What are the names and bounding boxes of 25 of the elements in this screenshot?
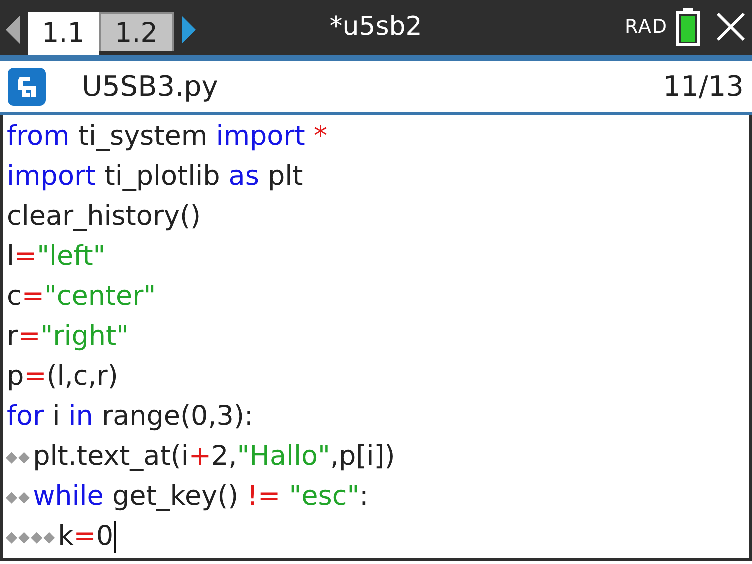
tab[interactable]: 1.2: [98, 12, 174, 51]
code-line: import ti_plotlib as plt: [6, 160, 304, 194]
right-arrow-icon[interactable]: [182, 16, 196, 44]
indent-marker: ◆◆: [5, 446, 32, 468]
code-line: from ti_system import *: [6, 120, 328, 154]
code-line: plt.text_at(i+2,"Hallo",p[i]): [32, 440, 396, 474]
angle-mode: RAD: [624, 14, 668, 40]
code-line: p=(l,c,r): [6, 360, 118, 394]
code-line: for i in range(0,3):: [6, 400, 254, 434]
indent-marker: ◆◆: [5, 486, 32, 508]
code-line: r="right": [6, 320, 130, 354]
document-title: *u5sb2: [330, 12, 422, 42]
code-line: while get_key() != "esc":: [32, 480, 369, 514]
indent-marker: ◆◆◆◆: [5, 526, 56, 548]
code-line: c="center": [6, 280, 156, 314]
code-line: clear_history(): [6, 200, 202, 234]
tab[interactable]: 1.1: [28, 12, 99, 55]
battery-icon: [676, 8, 700, 46]
left-arrow-icon[interactable]: [6, 16, 20, 44]
code-line: l="left": [6, 240, 106, 274]
line-position: 11/13: [663, 68, 744, 104]
code-editor[interactable]: from ti_system import * import ti_plotlib as plt clear_history() l="left" c="center" r="right" p=(l,c,r) for i in range(0,3): ◆◆plt.text_at(i+2,"Hallo",p[i]) ◆◆while get_key() != "esc": ◆◆◆◆k=0: [0, 115, 752, 561]
file-name: U5SB3.py: [82, 68, 218, 104]
code-line: k=0: [57, 520, 114, 554]
close-icon[interactable]: [716, 12, 746, 42]
